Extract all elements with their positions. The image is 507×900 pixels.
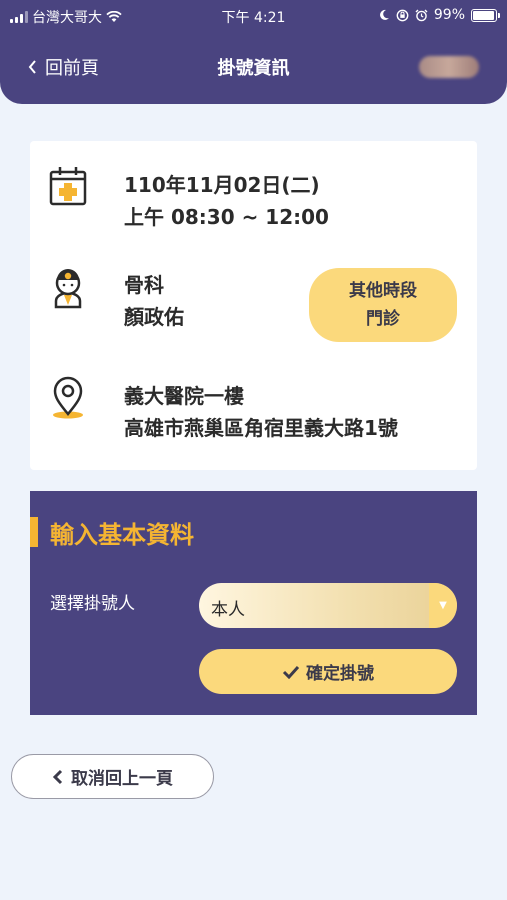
cancel-back-button[interactable]: 取消回上一頁 (11, 754, 214, 799)
location-address: 高雄市燕巢區角宿里義大路1號 (124, 416, 398, 440)
caret-down-icon: ▼ (429, 583, 457, 628)
check-icon (282, 665, 300, 679)
form-title: 輸入基本資料 (50, 521, 194, 549)
appointment-session: 上午 08:30 ~ 12:00 (124, 205, 329, 229)
chevron-left-icon (52, 769, 63, 784)
rotation-lock-icon (396, 9, 409, 21)
status-bar: 台灣大哥大 下午 4:21 99% (0, 0, 507, 30)
nav-bar: 回前頁 掛號資訊 (0, 50, 507, 84)
other-sessions-line2: 門診 (366, 309, 400, 329)
appointment-card: 110年11月02日(二) 上午 08:30 ~ 12:00 骨科 顏政佑 其他… (30, 141, 477, 470)
user-name-blurred[interactable] (419, 56, 479, 78)
other-sessions-button[interactable]: 其他時段 門診 (309, 268, 457, 342)
battery-percent: 99% (433, 7, 465, 23)
section-accent-bar (30, 517, 38, 547)
alarm-icon (415, 9, 428, 21)
other-sessions-line1: 其他時段 (349, 281, 417, 301)
location-pin-icon (53, 376, 83, 419)
registrant-value: 本人 (211, 600, 245, 620)
doctor-icon (54, 269, 82, 309)
battery-icon (471, 8, 500, 22)
department: 骨科 (124, 273, 164, 297)
confirm-registration-button[interactable]: 確定掛號 (199, 649, 457, 694)
registrant-label: 選擇掛號人 (50, 594, 135, 614)
moon-icon (379, 9, 389, 20)
app-header: 台灣大哥大 下午 4:21 99% 回前頁 掛號資訊 (0, 0, 507, 104)
status-right: 99% (378, 7, 500, 23)
cancel-label: 取消回上一頁 (71, 769, 173, 789)
registrant-select[interactable]: 本人 ▼ (199, 583, 457, 628)
confirm-label: 確定掛號 (306, 664, 374, 684)
location-name: 義大醫院一樓 (124, 384, 244, 408)
doctor-name: 顏政佑 (124, 305, 184, 329)
calendar-icon (49, 167, 87, 206)
basic-info-form: 輸入基本資料 選擇掛號人 本人 ▼ 確定掛號 (30, 491, 477, 715)
appointment-date: 110年11月02日(二) (124, 173, 320, 197)
